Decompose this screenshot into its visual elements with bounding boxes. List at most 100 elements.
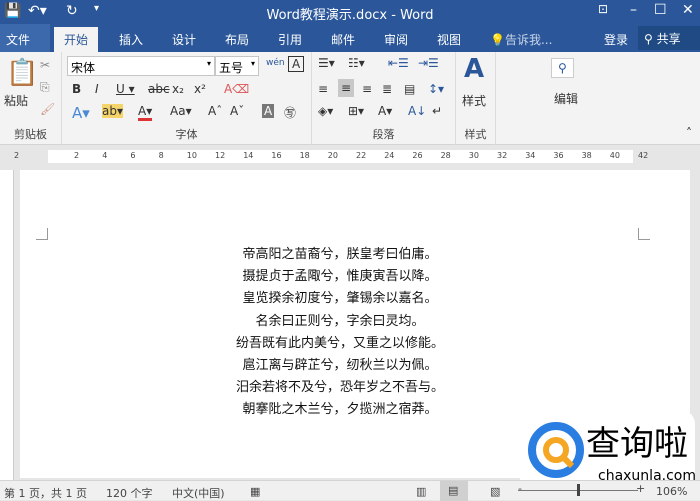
font-name-select[interactable]: 宋体 ▾ [67, 56, 215, 76]
horizontal-ruler: 2 2 4 6 8 10 12 14 16 18 20 22 24 26 28 30 32 34 36 38 40 42 [0, 148, 700, 165]
language[interactable]: 中文(中国) [172, 485, 225, 501]
ruler-tick: 10 [186, 151, 197, 160]
paste-button[interactable]: 粘贴 [4, 92, 28, 109]
italic-icon[interactable]: I [95, 82, 99, 96]
highlight-icon[interactable]: ab▾ [102, 104, 123, 118]
ribbon-display-icon[interactable]: ⊡ [598, 2, 608, 16]
web-layout-icon[interactable]: ▧ [490, 485, 500, 498]
tab-design[interactable]: 设计 [172, 31, 196, 48]
watermark-icon [528, 422, 584, 478]
text-effects-icon[interactable]: A▾ [72, 104, 90, 122]
decrease-indent-icon[interactable]: ⇤☰ [388, 56, 409, 70]
tab-references[interactable]: 引用 [278, 31, 302, 48]
align-center-icon[interactable]: ≡ [338, 79, 355, 97]
change-case-icon[interactable]: Aa▾ [170, 104, 192, 118]
zoom-in-button[interactable]: + [636, 482, 645, 495]
shrink-font-icon[interactable]: Aˇ [230, 104, 244, 118]
font-size-select[interactable]: 五号 ▾ [215, 56, 259, 76]
char-shading-icon[interactable]: A [262, 104, 275, 118]
clipboard-label: 剪贴板 [14, 128, 47, 141]
distribute-icon[interactable]: ▤ [404, 82, 415, 96]
ruler-tick: 22 [356, 151, 367, 160]
char-border-icon[interactable]: A [288, 56, 305, 72]
poem-line: 摄提贞于孟陬兮，惟庚寅吾以降。 [242, 269, 438, 285]
ruler-tick: 18 [299, 151, 310, 160]
paragraph-group: ☰▾ ☷▾ ⇤☰ ⇥☰ ≡ ≡ ≡ ≣ ▤ ↕▾ ◈▾ ⊞▾ A▾ A↓ ↵ 段… [312, 52, 456, 145]
read-mode-icon[interactable]: ▥ [416, 485, 426, 498]
page-count[interactable]: 第 1 页，共 1 页 [4, 485, 87, 501]
numbering-icon[interactable]: ☷▾ [348, 56, 365, 70]
ruler-tick: 42 [638, 151, 649, 160]
enclose-char-icon[interactable]: ㊢ [284, 104, 296, 121]
minimize-icon[interactable]: – [630, 2, 637, 18]
cut-icon[interactable]: ✂ [40, 58, 50, 72]
maximize-icon[interactable]: ☐ [654, 2, 667, 18]
align-left-icon[interactable]: ≡ [318, 82, 328, 96]
shading-icon[interactable]: ◈▾ [318, 104, 333, 118]
document-body[interactable]: 帝高阳之苗裔兮，朕皇考曰伯庸。 摄提贞于孟陬兮，惟庚寅吾以降。 皇览揆余初度兮，肇锡… [20, 244, 660, 422]
tab-insert[interactable]: 插入 [119, 31, 143, 48]
tab-file[interactable]: 文件 [0, 24, 50, 52]
font-color-icon[interactable]: A▾ [138, 104, 153, 121]
bold-icon[interactable]: B [72, 82, 81, 96]
window-title: Word教程演示.docx - Word [266, 8, 434, 23]
underline-icon[interactable]: U ▾ [116, 82, 135, 96]
tab-mailings[interactable]: 邮件 [331, 31, 355, 48]
search-icon[interactable]: ⚲ [551, 58, 574, 78]
strikethrough-icon[interactable]: abc [148, 82, 170, 96]
tab-home[interactable]: 开始 [54, 27, 99, 52]
login-link[interactable]: 登录 [604, 31, 628, 48]
share-button[interactable]: ⚲ 共享 [638, 26, 700, 50]
subscript-icon[interactable]: x₂ [172, 82, 184, 96]
status-bar: 第 1 页，共 1 页 120 个字 中文(中国) ▦ ▥ ▤ ▧ - + 10… [0, 480, 700, 501]
bullets-icon[interactable]: ☰▾ [318, 56, 335, 70]
ruler-tick: 12 [215, 151, 226, 160]
proofing-icon[interactable]: ▦ [250, 485, 260, 498]
ruler-tick: 38 [581, 151, 592, 160]
styles-group: A 样式 样式 [456, 52, 496, 145]
sort-icon[interactable]: A↓ [408, 104, 426, 118]
poem-line: 汨余若将不及兮，恐年岁之不吾与。 [235, 380, 444, 396]
poem-line: 纷吾既有此内美兮，又重之以修能。 [235, 335, 444, 351]
align-right-icon[interactable]: ≡ [362, 82, 372, 96]
paste-icon[interactable]: 📋 [6, 58, 38, 88]
borders-icon[interactable]: ⊞▾ [348, 104, 364, 118]
clear-format-icon[interactable]: A⌫ [224, 82, 249, 96]
poem-line: 扈江离与辟芷兮，纫秋兰以为佩。 [242, 358, 438, 374]
zoom-out-button[interactable]: - [518, 482, 522, 495]
zoom-level[interactable]: 106% [656, 485, 687, 498]
justify-icon[interactable]: ≣ [382, 82, 392, 96]
line-spacing-icon[interactable]: ↕▾ [428, 82, 444, 96]
ruler-tick: 20 [327, 151, 338, 160]
collapse-ribbon-icon[interactable]: ˄ [686, 126, 692, 140]
styles-button[interactable]: 样式 [462, 92, 486, 109]
tab-view[interactable]: 视图 [437, 31, 461, 48]
clipboard-group: 📋 粘贴 ✂ ⎘ 🖌 剪贴板 [0, 52, 62, 145]
ruler-tick: 14 [243, 151, 254, 160]
close-icon[interactable]: ✕ [682, 2, 694, 18]
show-marks-icon[interactable]: ↵ [432, 104, 442, 118]
print-layout-icon[interactable]: ▤ [440, 481, 468, 501]
grow-font-icon[interactable]: Aˆ [208, 104, 222, 118]
font-label: 字体 [175, 128, 198, 141]
editing-button[interactable]: 编辑 [554, 90, 578, 107]
phonetic-guide-icon[interactable]: wén [266, 58, 285, 68]
margin-mark [638, 228, 650, 240]
ruler-tick: 4 [102, 151, 108, 160]
poem-line: 帝高阳之苗裔兮，朕皇考曰伯庸。 [242, 247, 438, 262]
ruler-tick: 2 [14, 151, 20, 160]
tab-review[interactable]: 审阅 [384, 31, 408, 48]
tab-layout[interactable]: 布局 [225, 31, 249, 48]
paragraph-label: 段落 [372, 128, 395, 141]
styles-icon[interactable]: A [464, 54, 484, 84]
increase-indent-icon[interactable]: ⇥☰ [418, 56, 439, 70]
superscript-icon[interactable]: x² [194, 82, 206, 96]
tell-me[interactable]: 💡告诉我... [490, 31, 552, 48]
format-painter-icon[interactable]: 🖌 [40, 102, 55, 116]
zoom-thumb[interactable] [577, 484, 580, 496]
ruler-tick: 16 [271, 151, 282, 160]
ruler-tick: 8 [158, 151, 164, 160]
word-count[interactable]: 120 个字 [106, 485, 153, 501]
copy-icon[interactable]: ⎘ [40, 80, 50, 95]
chinese-layout-icon[interactable]: A▾ [378, 104, 392, 118]
